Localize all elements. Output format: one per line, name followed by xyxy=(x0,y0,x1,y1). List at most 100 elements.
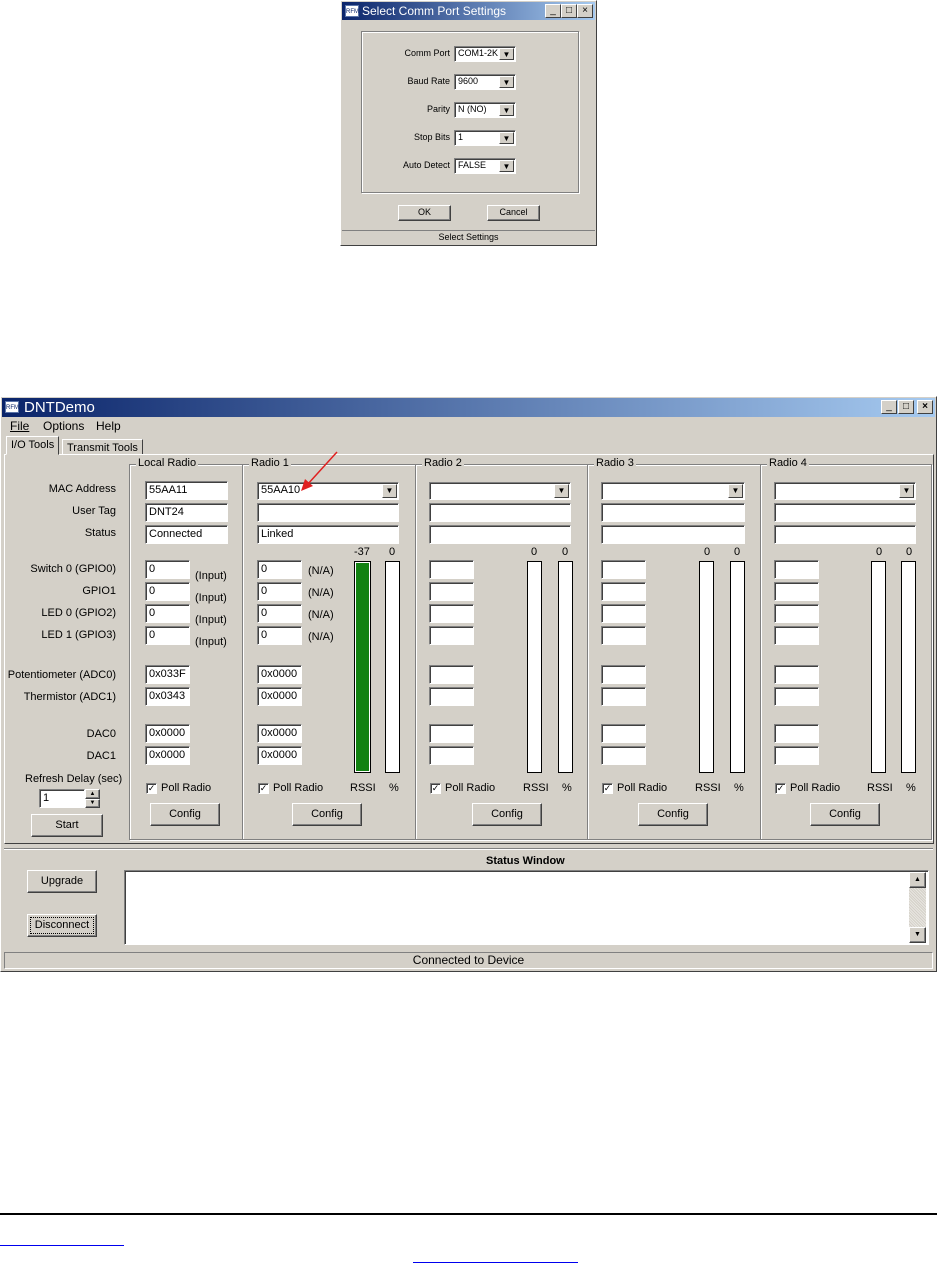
radio3-dac1-field[interactable] xyxy=(601,746,646,765)
radio1-gpio1-field[interactable]: 0 xyxy=(257,582,302,601)
refresh-delay-input[interactable]: 1 xyxy=(39,789,85,808)
adc1-label: Thermistor (ADC1) xyxy=(23,691,116,703)
disconnect-button[interactable]: Disconnect xyxy=(27,914,97,937)
close-icon[interactable]: × xyxy=(917,400,933,414)
radio2-poll-checkbox[interactable]: ✓ xyxy=(430,783,441,794)
minimize-icon[interactable]: _ xyxy=(545,4,561,18)
chevron-down-icon[interactable]: ▼ xyxy=(499,76,514,88)
dac1-label: DAC1 xyxy=(86,750,116,762)
local-gpio3-field[interactable]: 0 xyxy=(145,626,190,645)
radio2-dac0-field[interactable] xyxy=(429,724,474,743)
chevron-down-icon[interactable]: ▼ xyxy=(499,132,514,144)
radio1-gpio0-note: (N/A) xyxy=(308,565,334,577)
radio1-gpio2-field[interactable]: 0 xyxy=(257,604,302,623)
upgrade-button[interactable]: Upgrade xyxy=(27,870,97,893)
local-gpio2-field[interactable]: 0 xyxy=(145,604,190,623)
baud-rate-select[interactable]: 9600 ▼ xyxy=(454,74,516,90)
chevron-down-icon[interactable]: ▼ xyxy=(499,48,514,60)
footer-rule xyxy=(0,1213,937,1215)
chevron-down-icon[interactable]: ▼ xyxy=(382,484,397,498)
radio3-dac0-field[interactable] xyxy=(601,724,646,743)
radio4-poll-checkbox[interactable]: ✓ xyxy=(775,783,786,794)
radio3-pct-label: % xyxy=(734,782,744,794)
minimize-icon[interactable]: _ xyxy=(881,400,897,414)
footer-link-left[interactable] xyxy=(0,1245,124,1246)
radio2-gpio3-field[interactable] xyxy=(429,626,474,645)
status-window-textarea[interactable] xyxy=(124,870,929,945)
app-title-bar[interactable]: RFM DNTDemo _ □ × xyxy=(2,398,935,417)
local-adc1-field: 0x0343 xyxy=(145,687,190,706)
parity-select[interactable]: N (NO) ▼ xyxy=(454,102,516,118)
chevron-down-icon[interactable]: ▼ xyxy=(499,104,514,116)
radio3-mac-select[interactable]: ▼ xyxy=(601,482,745,500)
radio1-user-tag-field[interactable] xyxy=(257,503,399,522)
radio4-gpio0-field[interactable] xyxy=(774,560,819,579)
radio2-user-tag-field[interactable] xyxy=(429,503,571,522)
radio3-gpio0-field[interactable] xyxy=(601,560,646,579)
radio1-poll-checkbox[interactable]: ✓ xyxy=(258,783,269,794)
radio4-gpio2-field[interactable] xyxy=(774,604,819,623)
status-scrollbar[interactable]: ▲ ▼ xyxy=(909,872,926,943)
local-gpio1-note: (Input) xyxy=(195,592,227,604)
local-dac0-field[interactable]: 0x0000 xyxy=(145,724,190,743)
radio2-dac1-field[interactable] xyxy=(429,746,474,765)
radio3-adc0-field xyxy=(601,665,646,684)
chevron-down-icon[interactable]: ▼ xyxy=(499,160,514,172)
chevron-down-icon[interactable]: ▼ xyxy=(899,484,914,498)
maximize-icon[interactable]: □ xyxy=(561,4,577,18)
radio2-gpio1-field[interactable] xyxy=(429,582,474,601)
radio2-gpio2-field[interactable] xyxy=(429,604,474,623)
stop-bits-select[interactable]: 1 ▼ xyxy=(454,130,516,146)
menu-options[interactable]: Options xyxy=(43,419,84,433)
spin-down-icon[interactable]: ▼ xyxy=(85,799,100,808)
radio3-gpio2-field[interactable] xyxy=(601,604,646,623)
local-dac1-field[interactable]: 0x0000 xyxy=(145,746,190,765)
comm-port-select[interactable]: COM1-2K ▼ xyxy=(454,46,516,62)
ok-button[interactable]: OK xyxy=(398,205,451,221)
radio3-config-button[interactable]: Config xyxy=(638,803,708,826)
start-button[interactable]: Start xyxy=(31,814,103,837)
chevron-down-icon[interactable]: ▼ xyxy=(554,484,569,498)
menu-file[interactable]: File xyxy=(10,419,29,433)
radio2-mac-select[interactable]: ▼ xyxy=(429,482,571,500)
radio3-user-tag-field[interactable] xyxy=(601,503,745,522)
spin-up-icon[interactable]: ▲ xyxy=(85,789,100,799)
radio1-dac1-field[interactable]: 0x0000 xyxy=(257,746,302,765)
scroll-up-icon[interactable]: ▲ xyxy=(909,872,926,888)
radio3-gpio3-field[interactable] xyxy=(601,626,646,645)
local-user-tag-field[interactable]: DNT24 xyxy=(145,503,228,522)
radio1-gpio0-field[interactable]: 0 xyxy=(257,560,302,579)
radio4-user-tag-field[interactable] xyxy=(774,503,916,522)
radio4-gpio1-field[interactable] xyxy=(774,582,819,601)
chevron-down-icon[interactable]: ▼ xyxy=(728,484,743,498)
radio3-poll-checkbox[interactable]: ✓ xyxy=(602,783,613,794)
local-poll-checkbox[interactable]: ✓ xyxy=(146,783,157,794)
local-gpio1-field[interactable]: 0 xyxy=(145,582,190,601)
radio4-gpio3-field[interactable] xyxy=(774,626,819,645)
tab-transmit-tools[interactable]: Transmit Tools xyxy=(62,439,143,455)
radio3-rssi-value: 0 xyxy=(704,546,711,558)
menu-help[interactable]: Help xyxy=(96,419,121,433)
radio4-mac-select[interactable]: ▼ xyxy=(774,482,916,500)
auto-detect-select[interactable]: FALSE ▼ xyxy=(454,158,516,174)
footer-link-center[interactable] xyxy=(413,1262,578,1263)
maximize-icon[interactable]: □ xyxy=(898,400,914,414)
radio2-gpio0-field[interactable] xyxy=(429,560,474,579)
close-icon[interactable]: × xyxy=(577,4,593,18)
radio3-gpio1-field[interactable] xyxy=(601,582,646,601)
dialog-title-bar[interactable]: RFM Select Comm Port Settings _ □ × xyxy=(342,2,595,20)
radio3-rssi-label: RSSI xyxy=(695,782,721,794)
radio1-gpio3-field[interactable]: 0 xyxy=(257,626,302,645)
radio1-config-button[interactable]: Config xyxy=(292,803,362,826)
radio4-config-button[interactable]: Config xyxy=(810,803,880,826)
radio4-dac1-field[interactable] xyxy=(774,746,819,765)
radio2-config-button[interactable]: Config xyxy=(472,803,542,826)
radio1-dac0-field[interactable]: 0x0000 xyxy=(257,724,302,743)
local-config-button[interactable]: Config xyxy=(150,803,220,826)
scroll-down-icon[interactable]: ▼ xyxy=(909,927,926,943)
local-gpio0-field[interactable]: 0 xyxy=(145,560,190,579)
local-mac-field[interactable]: 55AA11 xyxy=(145,481,228,500)
cancel-button[interactable]: Cancel xyxy=(487,205,540,221)
radio4-dac0-field[interactable] xyxy=(774,724,819,743)
tab-io-tools[interactable]: I/O Tools xyxy=(6,436,60,455)
